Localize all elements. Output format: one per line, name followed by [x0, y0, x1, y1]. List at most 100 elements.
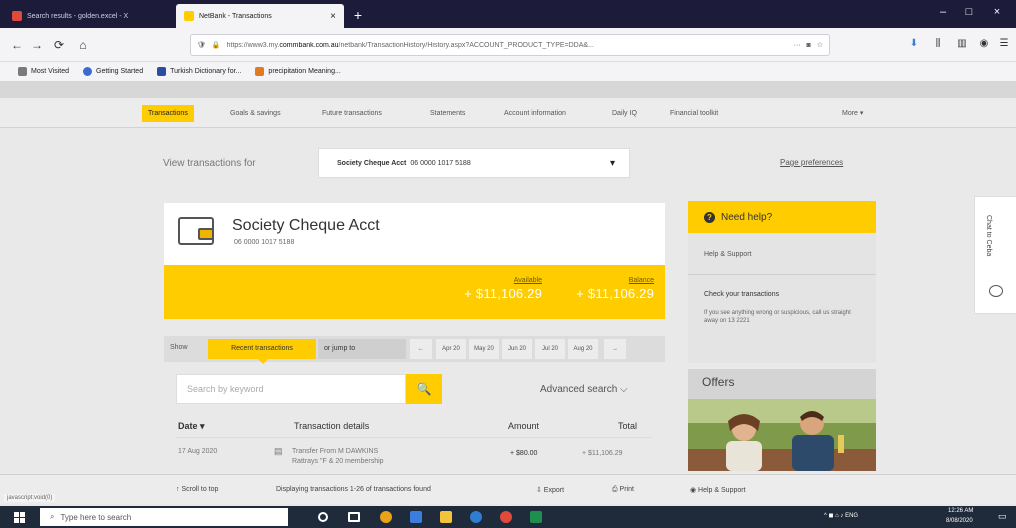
firefox-active-icon[interactable] [500, 511, 512, 523]
main-navigation: Transactions Goals & savings Future tran… [0, 98, 1016, 128]
url-bar[interactable]: 🛡 🔒 https://www3.my.commbank.com.au/netb… [190, 34, 830, 56]
amount-column-header: Amount [508, 421, 540, 431]
close-tab-icon[interactable]: × [330, 11, 336, 22]
cortana-icon[interactable] [318, 512, 328, 522]
page-footer: ↑ Scroll to top Displaying transactions … [0, 474, 1016, 504]
search-button[interactable]: 🔍 [406, 374, 442, 404]
row-details-line2: Rattrays "F & 20 membership [292, 458, 384, 465]
advanced-search-toggle[interactable]: Advanced search ⌵ [540, 384, 628, 395]
footer-help-link[interactable]: ◉ Help & Support [690, 486, 746, 494]
bookmark-star-icon[interactable]: ☆ [817, 41, 823, 49]
transactions-table-header: Date ▾ Transaction details Amount Total [176, 418, 652, 438]
offers-title: Offers [688, 369, 876, 399]
file-explorer-icon[interactable] [440, 511, 452, 523]
print-button[interactable]: ⎙ Print [612, 486, 634, 494]
bookmark-most-visited[interactable]: Most Visited [18, 67, 69, 76]
balance-label[interactable]: Balance [562, 277, 654, 284]
divider [688, 274, 876, 275]
bookmark-turkish-dictionary[interactable]: Turkish Dictionary for... [157, 67, 241, 76]
show-label: Show [170, 344, 188, 351]
sidebar-icon[interactable]: ▥ [954, 38, 970, 52]
system-tray-icons[interactable]: ^ ◼ ⌂ ♪ ENG [824, 512, 858, 519]
month-aug[interactable]: Aug 20 [568, 339, 598, 359]
available-value: + $11,106.29 [464, 286, 542, 301]
search-input[interactable]: Search by keyword [176, 374, 406, 404]
account-icon[interactable]: ◉ [976, 38, 992, 52]
new-tab-button[interactable]: + [348, 6, 368, 24]
netbank-favicon-icon [184, 11, 194, 21]
month-may[interactable]: May 20 [469, 339, 499, 359]
notifications-icon[interactable]: ▭ [998, 511, 1007, 522]
nav-financial-toolkit[interactable]: Financial toolkit [664, 105, 724, 122]
balance-value: + $11,106.29 [576, 286, 654, 301]
page-icon [255, 67, 265, 76]
clock-date[interactable]: 8/08/2020 [946, 518, 973, 524]
windows-taskbar: ⌕ Type here to search ^ ◼ ⌂ ♪ ENG 12:26 … [0, 506, 1016, 528]
nav-statements[interactable]: Statements [424, 105, 471, 122]
nav-future-transactions[interactable]: Future transactions [316, 105, 388, 122]
account-card: Society Cheque Acct 06 0000 1017 5188 [164, 203, 665, 265]
export-button[interactable]: ⇩ Export [536, 486, 564, 494]
receipt-icon: ▤ [274, 446, 283, 456]
current-balance: Balance + $11,106.29 [562, 277, 654, 301]
account-selector[interactable]: Society Cheque Acct 06 0000 1017 5188 ▾ [318, 148, 630, 178]
available-balance: Available + $11,106.29 [450, 277, 542, 301]
tab-label: NetBank - Transactions [199, 12, 272, 20]
chat-to-ceba-tab[interactable]: Chat to Ceba [974, 196, 1016, 314]
date-column-header[interactable]: Date ▾ [178, 421, 205, 432]
nav-more[interactable]: More ▾ [836, 105, 869, 122]
recent-transactions-button[interactable]: Recent transactions [208, 339, 316, 364]
month-jul[interactable]: Jul 20 [535, 339, 565, 359]
page-preferences-link[interactable]: Page preferences [780, 158, 843, 167]
details-column-header: Transaction details [294, 421, 370, 431]
bookmark-precipitation[interactable]: precipitation Meaning... [255, 67, 341, 76]
maximize-button[interactable]: □ [956, 6, 982, 18]
library-icon[interactable]: ⫼ [930, 38, 946, 52]
browser-tab-bar: Search results - golden.excel - X NetBan… [0, 0, 1016, 28]
offers-photo-icon [688, 399, 876, 471]
firefox-taskbar-icon[interactable] [380, 511, 392, 523]
jump-to-label: or jump to [318, 339, 406, 359]
reload-button[interactable]: ⟳ [50, 36, 68, 54]
balance-band: Available + $11,106.29 Balance + $11,106… [164, 265, 665, 319]
next-month-button[interactable]: → [604, 339, 626, 359]
store-icon[interactable] [410, 511, 422, 523]
tab-netbank-transactions[interactable]: NetBank - Transactions × [176, 4, 344, 28]
task-view-icon[interactable] [348, 512, 360, 522]
available-label[interactable]: Available [450, 277, 542, 284]
total-column-header: Total [618, 421, 638, 431]
tab-label: Search results - golden.excel - X [27, 12, 129, 20]
nav-account-information[interactable]: Account information [498, 105, 572, 122]
bookmark-getting-started[interactable]: Getting Started [83, 67, 143, 76]
excel-icon[interactable] [530, 511, 542, 523]
need-help-header: ? Need help? [688, 201, 876, 233]
help-support-link[interactable]: Help & Support [704, 251, 751, 258]
taskbar-search-input[interactable]: ⌕ Type here to search [40, 508, 288, 526]
selected-account-number: 06 0000 1017 5188 [410, 159, 471, 167]
search-icon: ⌕ [50, 512, 55, 521]
row-date: 17 Aug 2020 [178, 448, 218, 455]
pocket-icon[interactable]: ◙ [806, 42, 810, 49]
menu-icon[interactable]: ☰ [996, 38, 1012, 52]
scroll-to-top-link[interactable]: ↑ Scroll to top [176, 486, 218, 493]
nav-daily-iq[interactable]: Daily IQ [606, 105, 643, 122]
nav-transactions[interactable]: Transactions [142, 105, 194, 122]
close-window-button[interactable]: × [984, 6, 1010, 18]
wallet-icon [178, 217, 214, 245]
clock-time[interactable]: 12:26 AM [948, 508, 973, 514]
table-row[interactable]: 17 Aug 2020 ▤ Transfer From M DAWKINS Ra… [176, 444, 652, 470]
download-icon[interactable]: ⬇ [906, 38, 922, 52]
edge-icon[interactable] [470, 511, 482, 523]
prev-month-button[interactable]: ← [410, 339, 432, 359]
minimize-button[interactable]: – [930, 6, 956, 18]
tab-search-results[interactable]: Search results - golden.excel - X [4, 4, 172, 28]
month-jun[interactable]: Jun 20 [502, 339, 532, 359]
month-apr[interactable]: Apr 20 [436, 339, 466, 359]
page-actions-icon[interactable]: ··· [793, 42, 800, 49]
offers-image[interactable] [688, 399, 876, 471]
forward-button[interactable]: → [28, 36, 46, 54]
back-button[interactable]: ← [8, 36, 26, 54]
nav-goals-savings[interactable]: Goals & savings [224, 105, 287, 122]
home-button[interactable]: ⌂ [74, 36, 92, 54]
windows-start-icon[interactable] [14, 512, 25, 523]
